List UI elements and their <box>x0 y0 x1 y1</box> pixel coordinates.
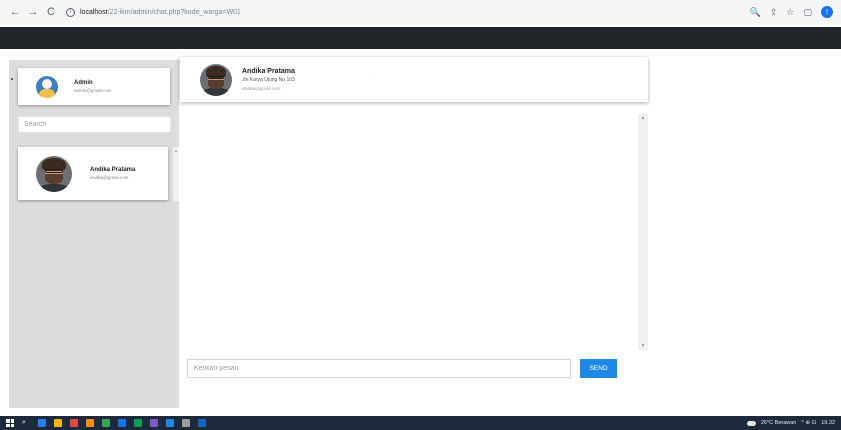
clock[interactable]: 19.32 <box>821 420 835 426</box>
tray-icons[interactable]: ^ ⊕ ⊡ <box>801 420 816 426</box>
page: ← → C i localhost/22-ikm/admin/chat.php?… <box>0 0 841 430</box>
taskbar-app-icon[interactable] <box>118 419 126 427</box>
taskbar-app-icon[interactable] <box>150 419 158 427</box>
taskbar-app-icon[interactable] <box>134 419 142 427</box>
taskbar-app-icon[interactable] <box>86 419 94 427</box>
contact-name: Andika Pratama <box>90 167 136 173</box>
taskbar-apps <box>38 419 214 427</box>
windows-start-icon[interactable] <box>6 419 14 427</box>
contact-item-andika[interactable]: Andika Pratama andika@gmail.com <box>18 147 168 200</box>
taskbar-app-icon[interactable] <box>38 419 46 427</box>
taskbar-search-icon[interactable]: ⌕ <box>22 419 30 427</box>
chat-partner-avatar <box>200 63 232 96</box>
scroll-down-icon[interactable]: ▼ <box>638 343 648 349</box>
taskbar-app-icon[interactable] <box>198 419 206 427</box>
taskbar-app-icon[interactable] <box>102 419 110 427</box>
messages-area <box>185 114 636 348</box>
sidebar-icon[interactable]: ▢ <box>803 7 812 18</box>
browser-toolbar: ← → C i localhost/22-ikm/admin/chat.php?… <box>0 0 841 24</box>
messages-scrollbar[interactable]: ▲ ▼ <box>638 114 648 350</box>
contact-avatar <box>36 155 72 192</box>
profile-icon[interactable]: ! <box>821 6 833 18</box>
stray-mark: · <box>372 71 374 77</box>
weather-cloud-icon[interactable] <box>746 420 756 426</box>
admin-profile-card: Admin admin@gmail.com <box>18 68 170 105</box>
zoom-icon[interactable]: 🔍 <box>750 7 761 18</box>
share-icon[interactable]: ⇪ <box>770 7 778 18</box>
chat-partner-name: Andika Pratama <box>242 68 295 75</box>
star-icon[interactable]: ☆ <box>786 7 794 18</box>
contact-email: andika@gmail.com <box>90 175 129 180</box>
chat-partner-address: Jln Karya Ujung No 103 <box>242 77 295 83</box>
message-input[interactable] <box>187 359 571 378</box>
contacts-sidebar: Admin admin@gmail.com Andika Pratama and… <box>9 60 179 408</box>
bullet-dot <box>11 78 13 80</box>
admin-email: admin@gmail.com <box>74 88 112 93</box>
scroll-up-icon[interactable]: ▲ <box>173 147 179 155</box>
address-bar[interactable]: i localhost/22-ikm/admin/chat.php?kode_w… <box>66 3 750 21</box>
search-input[interactable] <box>18 116 171 133</box>
chat-header: Andika Pratama Jln Karya Ujung No 103 an… <box>180 57 648 102</box>
taskbar-app-icon[interactable] <box>54 419 62 427</box>
taskbar-app-icon[interactable] <box>182 419 190 427</box>
admin-name: Admin <box>74 80 93 86</box>
site-navbar <box>0 27 841 49</box>
system-tray: 26°C Berawan ^ ⊕ ⊡ 19.32 <box>746 420 835 426</box>
url-host: localhost <box>80 8 108 16</box>
forward-arrow-icon[interactable]: → <box>26 5 40 19</box>
send-button[interactable]: SEND <box>580 359 617 378</box>
contact-list: Andika Pratama andika@gmail.com ▲ <box>18 147 179 201</box>
scroll-up-icon[interactable]: ▲ <box>638 115 648 121</box>
back-arrow-icon[interactable]: ← <box>8 5 22 19</box>
chat-partner-email: andika@gmail.com <box>242 86 281 91</box>
url-path: /22-ikm/admin/chat.php?kode_warga=W01 <box>107 8 241 16</box>
admin-avatar-icon <box>36 75 58 98</box>
weather-text[interactable]: 26°C Berawan <box>761 420 797 426</box>
reload-icon[interactable]: C <box>44 5 58 19</box>
contact-list-scrollbar[interactable]: ▲ <box>173 147 179 201</box>
taskbar-app-icon[interactable] <box>166 419 174 427</box>
taskbar-app-icon[interactable] <box>70 419 78 427</box>
taskbar: ⌕ 26°C Berawan ^ ⊕ ⊡ 19.32 <box>0 416 841 430</box>
info-icon[interactable]: i <box>66 7 75 17</box>
browser-actions: 🔍 ⇪ ☆ ▢ ! <box>750 6 833 18</box>
